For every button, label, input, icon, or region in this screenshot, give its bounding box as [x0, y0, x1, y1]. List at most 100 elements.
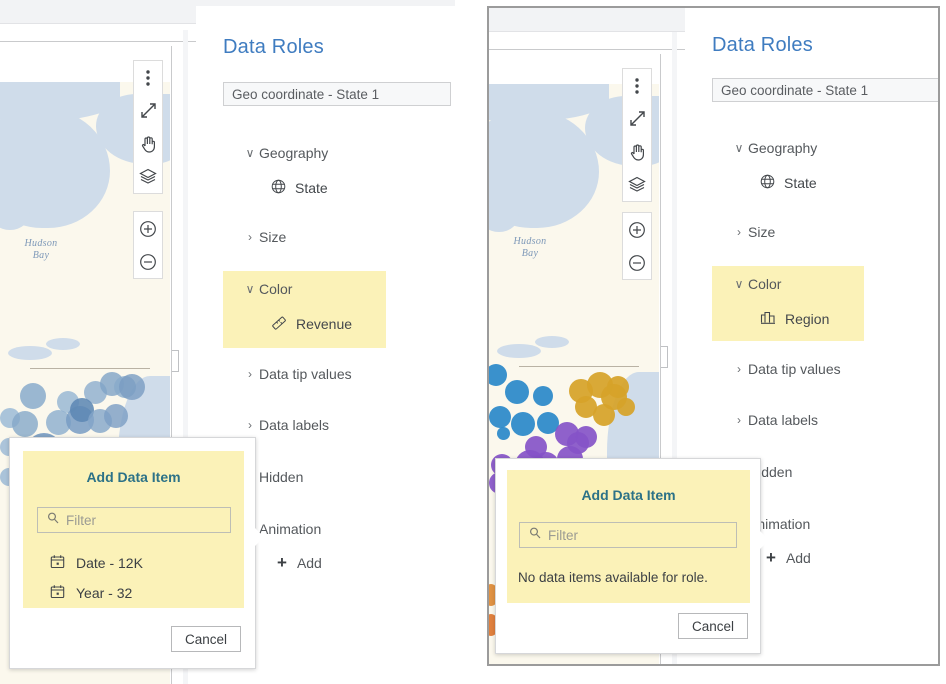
- map-zoom-toolbar-left[interactable]: [133, 211, 163, 279]
- map-bubble[interactable]: [511, 412, 535, 436]
- cancel-button-right[interactable]: Cancel: [677, 613, 748, 639]
- role-section-label: Color: [748, 276, 782, 292]
- role-section-geography[interactable]: ∨ Geography: [730, 137, 818, 159]
- globe-icon: [760, 174, 775, 192]
- map-bubble[interactable]: [104, 404, 128, 428]
- page-title: Data Roles: [223, 36, 324, 58]
- geo-coordinate-field[interactable]: Geo coordinate - State 1: [223, 82, 451, 106]
- hidden-section-label: Hidden: [259, 469, 304, 485]
- zoom-out-icon[interactable]: [134, 245, 162, 278]
- chevron-right-icon: ›: [248, 367, 252, 381]
- role-section-label: Data labels: [259, 417, 330, 433]
- animation-section-label: Animation: [259, 521, 322, 537]
- role-item-label: State: [295, 180, 328, 196]
- pan-hand-icon[interactable]: [134, 127, 162, 160]
- role-section-label: Data tip values: [259, 366, 352, 382]
- role-section-label: Size: [259, 229, 287, 245]
- geo-coordinate-field[interactable]: Geo coordinate - State 1: [712, 78, 938, 102]
- map-water-label-right: Hudson Bay: [513, 236, 547, 259]
- chevron-down-icon: ∨: [734, 141, 744, 155]
- layers-icon[interactable]: [623, 168, 651, 201]
- layers-icon[interactable]: [134, 160, 162, 193]
- more-options-icon[interactable]: [134, 61, 162, 94]
- role-section-label: Size: [748, 224, 776, 240]
- role-section-color[interactable]: ∨ Color: [241, 278, 293, 300]
- pan-hand-icon[interactable]: [623, 135, 651, 168]
- filter-input-left[interactable]: Filter: [37, 507, 231, 533]
- popup-data-item[interactable]: Year - 32: [50, 584, 132, 602]
- role-section-size[interactable]: › Size: [730, 221, 775, 243]
- filter-placeholder: Filter: [66, 512, 96, 528]
- map-bubble[interactable]: [20, 383, 46, 409]
- popup-data-item[interactable]: Date - 12K: [50, 554, 143, 572]
- popup-body-right: Add Data Item Filter No data items avail…: [507, 470, 750, 603]
- zoom-in-icon[interactable]: [134, 212, 162, 245]
- globe-icon: [271, 179, 286, 197]
- map-bubble[interactable]: [533, 386, 553, 406]
- role-section-data-tip-values[interactable]: › Data tip values: [241, 363, 352, 385]
- map-water-greatlakes1-left: [8, 346, 52, 360]
- role-item-state[interactable]: State: [241, 176, 328, 200]
- map-bubble[interactable]: [505, 380, 529, 404]
- role-item-state[interactable]: State: [730, 171, 817, 195]
- map-bubble[interactable]: [617, 398, 635, 416]
- map-toolbar-left[interactable]: [133, 60, 163, 194]
- chevron-down-icon: ∨: [734, 277, 744, 291]
- chevron-right-icon: ›: [737, 225, 741, 239]
- chevron-right-icon: ›: [737, 413, 741, 427]
- map-bubble[interactable]: [497, 427, 510, 440]
- role-section-geography[interactable]: ∨ Geography: [241, 142, 329, 164]
- role-section-label: Geography: [748, 140, 818, 156]
- chevron-right-icon: ›: [737, 362, 741, 376]
- expand-arrows-icon[interactable]: [623, 102, 651, 135]
- role-section-label: Data tip values: [748, 361, 841, 377]
- category-bars-icon: [760, 310, 776, 328]
- chevron-right-icon: ›: [248, 230, 252, 244]
- filter-placeholder: Filter: [548, 527, 578, 543]
- role-section-size[interactable]: › Size: [241, 226, 286, 248]
- zoom-in-icon[interactable]: [623, 213, 651, 246]
- app-window-left: Hudson Bay Data Roles Geo coordinate - S…: [0, 0, 455, 684]
- role-section-data-labels[interactable]: › Data labels: [241, 414, 329, 436]
- map-toolbar-right[interactable]: [622, 68, 652, 202]
- map-bubble[interactable]: [489, 406, 511, 428]
- search-icon: [529, 526, 541, 544]
- role-section-label: Color: [259, 281, 293, 297]
- role-item-revenue[interactable]: Revenue: [241, 312, 352, 336]
- role-section-color[interactable]: ∨ Color: [730, 273, 782, 295]
- zoom-out-icon[interactable]: [623, 246, 651, 279]
- role-item-region[interactable]: Region: [730, 307, 829, 331]
- add-label: Add: [296, 554, 322, 571]
- add-data-item-popup-right: Add Data Item Filter No data items avail…: [495, 458, 769, 654]
- map-border-line-right: [519, 366, 639, 367]
- filter-input-right[interactable]: Filter: [519, 522, 737, 548]
- map-water-greatlakes2-right: [535, 336, 569, 348]
- map-water-greatlakes1-right: [497, 344, 541, 358]
- calendar-icon: [50, 554, 65, 572]
- search-icon: [47, 511, 59, 529]
- map-bubble[interactable]: [593, 404, 615, 426]
- role-item-label: Revenue: [296, 316, 353, 332]
- map-zoom-toolbar-right[interactable]: [622, 212, 652, 280]
- add-label: Add: [785, 549, 811, 566]
- app-window-right: Hudson Bay Data Roles Geo coordinate - S…: [487, 6, 940, 666]
- more-options-icon[interactable]: [623, 69, 651, 102]
- role-section-data-labels[interactable]: › Data labels: [730, 409, 818, 431]
- add-data-item-popup-left: Add Data Item Filter Date - 12K Year - 3…: [9, 437, 264, 669]
- popup-title: Add Data Item: [581, 487, 676, 503]
- plus-icon: +: [766, 548, 776, 567]
- map-bubble[interactable]: [12, 411, 38, 437]
- plus-icon: +: [277, 553, 287, 572]
- chevron-down-icon: ∨: [245, 146, 255, 160]
- calendar-icon: [50, 584, 65, 602]
- popup-body-left: Add Data Item Filter Date - 12K Year - 3…: [23, 451, 244, 608]
- panel-splitter-grip-right[interactable]: [661, 346, 668, 368]
- add-data-item-button-left[interactable]: + Add: [259, 554, 322, 571]
- map-bubble[interactable]: [119, 374, 145, 400]
- panel-splitter-grip-left[interactable]: [172, 350, 179, 372]
- popup-empty-message: No data items available for role.: [518, 570, 708, 585]
- role-section-data-tip-values[interactable]: › Data tip values: [730, 358, 841, 380]
- expand-arrows-icon[interactable]: [134, 94, 162, 127]
- cancel-button-left[interactable]: Cancel: [170, 626, 241, 652]
- role-item-label: State: [784, 175, 817, 191]
